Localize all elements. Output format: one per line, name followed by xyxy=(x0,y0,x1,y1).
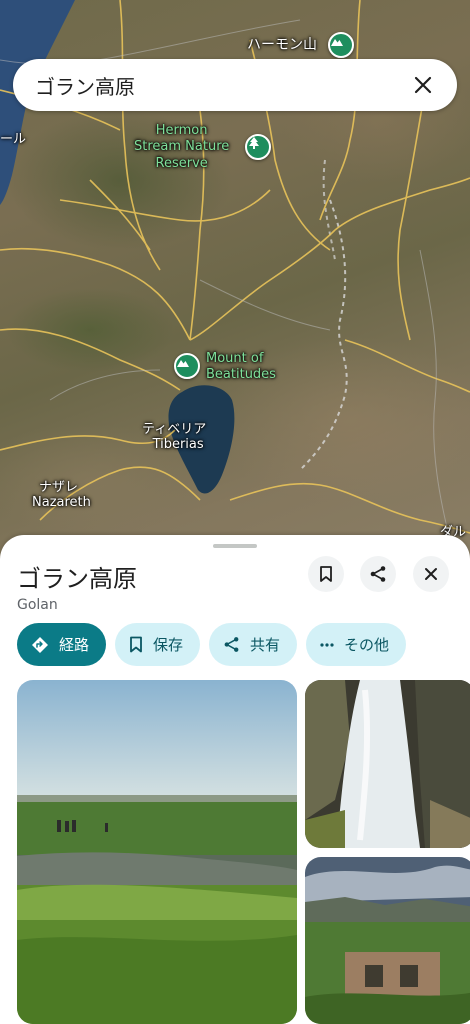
poi-label-hermon-stream[interactable]: Hermon Stream Nature Reserve xyxy=(134,123,229,172)
map-label-line: ティベリア xyxy=(142,422,207,437)
map-label-line: Tiberias xyxy=(152,436,204,452)
bookmark-icon xyxy=(320,566,332,582)
share-icon xyxy=(224,637,239,652)
poi-label-line: Hermon xyxy=(155,123,208,138)
tree-icon xyxy=(249,137,259,149)
drag-handle[interactable] xyxy=(213,544,257,548)
map-label-hermon[interactable]: ハーモン山 xyxy=(247,37,317,53)
save-button[interactable]: 保存 xyxy=(115,623,201,666)
map-label-tiberias[interactable]: ティベリア Tiberias xyxy=(142,422,207,453)
maps-app: ハーモン山 ール Hermon Stream Nature Reserve Mo… xyxy=(0,0,470,1024)
share-icon-button[interactable] xyxy=(360,556,396,592)
bookmark-icon xyxy=(130,636,142,653)
directions-icon xyxy=(32,636,48,653)
close-sheet-button[interactable] xyxy=(413,556,449,592)
clear-search-button[interactable] xyxy=(403,65,443,105)
photo-waterfall-image xyxy=(305,680,470,848)
place-subtitle: Golan xyxy=(17,597,58,613)
place-title: ゴラン高原 xyxy=(17,565,137,593)
place-bottom-sheet: ゴラン高原 Golan 経路 保存 共有 その他 xyxy=(0,535,470,1024)
photo-landscape xyxy=(17,680,297,1024)
share-label: 共有 xyxy=(250,636,281,654)
park-pin-hermon-stream[interactable] xyxy=(245,134,271,160)
share-icon xyxy=(370,566,386,582)
search-bar[interactable]: ゴラン高原 xyxy=(13,59,457,111)
mountain-icon xyxy=(177,360,189,367)
poi-label-beatitudes[interactable]: Mount of Beatitudes xyxy=(206,351,276,384)
more-label: その他 xyxy=(344,636,390,654)
save-label: 保存 xyxy=(153,636,184,654)
poi-label-line: Stream Nature xyxy=(134,139,230,155)
photo-ruins-image xyxy=(305,857,470,1024)
map-label-nazareth[interactable]: ナザレ Nazareth xyxy=(32,480,91,511)
park-pin-hermon[interactable] xyxy=(328,32,354,58)
park-pin-beatitudes[interactable] xyxy=(174,353,200,379)
poi-label-line: Beatitudes xyxy=(206,367,276,383)
more-button[interactable]: その他 xyxy=(306,623,407,666)
action-chips: 経路 保存 共有 その他 xyxy=(17,623,407,666)
search-query[interactable]: ゴラン高原 xyxy=(35,71,403,100)
map-label-line: ナザレ xyxy=(39,480,79,495)
directions-button[interactable]: 経路 xyxy=(17,623,107,666)
directions-label: 経路 xyxy=(59,636,90,654)
poi-label-line: Mount of xyxy=(206,351,264,366)
map-label-left-edge[interactable]: ール xyxy=(0,132,26,148)
map-label-line: Nazareth xyxy=(32,494,91,510)
share-button[interactable]: 共有 xyxy=(209,623,298,666)
close-icon xyxy=(425,568,437,580)
more-horiz-icon xyxy=(320,642,334,647)
mountain-icon xyxy=(331,39,343,46)
photo-waterfall[interactable] xyxy=(305,680,470,848)
save-icon-button[interactable] xyxy=(308,556,344,592)
photo-main[interactable] xyxy=(17,680,297,1024)
poi-label-line: Reserve xyxy=(155,155,208,171)
close-icon xyxy=(414,76,432,94)
photo-ruins[interactable] xyxy=(305,857,470,1024)
